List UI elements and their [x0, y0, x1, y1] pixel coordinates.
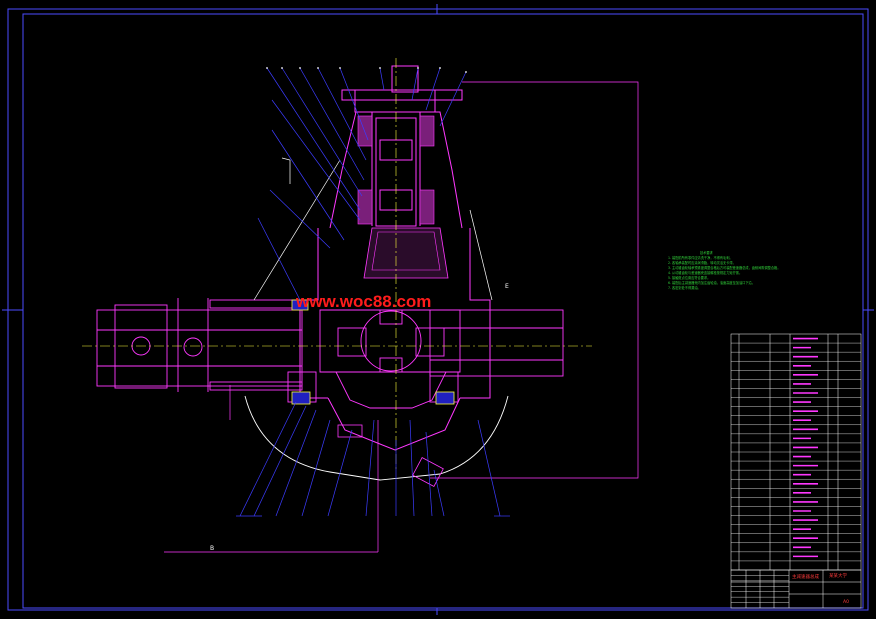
cad-drawing-canvas: 技术要求 1. 装配前所有零件应清洗干净，不得有毛刺。 2. 各轴承装配时应涂润…: [0, 0, 876, 619]
note-5: 5. 接触斑点位置应符合要求。: [668, 275, 710, 280]
note-3: 3. 主动锥齿轮轴承预紧度调整合格后方可装配差速器总成，齿侧间隙调整合格。: [668, 265, 780, 270]
sheet-size: A0: [843, 599, 849, 605]
datum-mark: E: [505, 283, 509, 290]
dimension-label: B: [210, 545, 214, 552]
notes-title: 技术要求: [700, 250, 714, 255]
drawing-name: 主减速器总成: [792, 573, 819, 580]
note-1: 1. 装配前所有零件应清洗干净，不得有毛刺。: [668, 255, 733, 260]
school-name: 某某大学: [829, 572, 847, 579]
note-2: 2. 各轴承装配时应涂润滑脂，转动灵活无卡滞。: [668, 260, 736, 265]
note-6: 6. 装配后主减速器壳内加注齿轮油，油面高度至加油口下沿。: [668, 280, 755, 285]
note-7: 7. 各密封处不得漏油。: [668, 285, 701, 290]
note-4: 4. 从动锥齿轮与差速器壳连接螺栓按规定力矩拧紧。: [668, 270, 742, 275]
watermark-text: www.woc88.com: [295, 292, 431, 311]
drawing-background: [0, 0, 876, 619]
